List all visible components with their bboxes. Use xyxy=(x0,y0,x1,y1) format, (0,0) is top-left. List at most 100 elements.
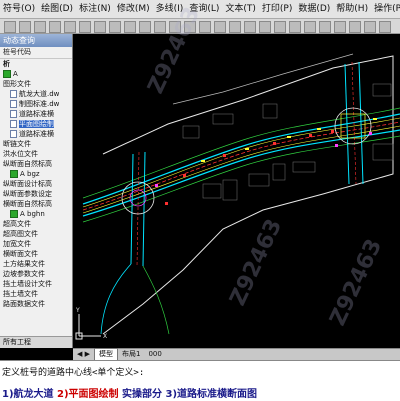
toolbar-button[interactable] xyxy=(124,21,136,33)
cross-street-right-2 xyxy=(358,61,364,185)
toolbar-button[interactable] xyxy=(214,21,226,33)
toolbar-button[interactable] xyxy=(4,21,16,33)
tree-item-label: 航龙大道.dw xyxy=(19,90,60,98)
tree-item[interactable]: 洪水位文件 xyxy=(0,149,72,159)
menu-item[interactable]: 文本(T) xyxy=(222,0,259,18)
tree-item[interactable]: 纵断面设计标高 xyxy=(0,179,72,189)
tree-item[interactable]: 道路标准横 xyxy=(0,129,72,139)
toolbar-button[interactable] xyxy=(319,21,331,33)
tree-item-label: 挡土墙文件 xyxy=(3,290,38,298)
tree-item-label: 断链文件 xyxy=(3,140,31,148)
menu-item[interactable]: 绘图(D) xyxy=(38,0,76,18)
menu-item[interactable]: 标注(N) xyxy=(76,0,114,18)
tree-item[interactable]: 制图标准.dw xyxy=(0,99,72,109)
tree-item[interactable]: 路面数据文件 xyxy=(0,299,72,309)
tree-item-label: 超高文件 xyxy=(3,220,31,228)
command-line[interactable]: 定义桩号的道路中心线<单个定义>: 1)航龙大道 2)平面图绘制 实操部分 3)… xyxy=(0,360,400,401)
toolbar-button[interactable] xyxy=(244,21,256,33)
menu-item[interactable]: 打印(P) xyxy=(259,0,295,18)
tree-item[interactable]: 挡土墙设计文件 xyxy=(0,279,72,289)
tree-item-label: 土方结果文件 xyxy=(3,260,45,268)
tree-item[interactable]: 超高文件 xyxy=(0,219,72,229)
toolbar-button[interactable] xyxy=(154,21,166,33)
course-part-1: 1)航龙大道 xyxy=(2,389,54,400)
toolbar-button[interactable] xyxy=(304,21,316,33)
tree-item-label: 道路标准横 xyxy=(19,130,54,138)
tree-item-label: 制图标准.dw xyxy=(19,100,60,108)
tree-item[interactable]: 超高图文件 xyxy=(0,229,72,239)
tree-item-label: 横断面自然标高 xyxy=(3,200,52,208)
road-edge-lower xyxy=(82,129,400,217)
menu-item[interactable]: 查询(L) xyxy=(186,0,222,18)
toolbar-button[interactable] xyxy=(94,21,106,33)
svg-text:X: X xyxy=(103,333,107,340)
toolbar-button[interactable] xyxy=(379,21,391,33)
tree-item[interactable]: 横断面文件 xyxy=(0,249,72,259)
menu-item[interactable]: 多线(I) xyxy=(153,0,187,18)
toolbar-button[interactable] xyxy=(49,21,61,33)
tree-item[interactable]: A xyxy=(0,69,72,79)
menu-item[interactable]: 帮助(H) xyxy=(333,0,371,18)
tree-item[interactable]: 加宽文件 xyxy=(0,239,72,249)
file-icon xyxy=(10,100,17,108)
tree-item[interactable]: A bgz xyxy=(0,169,72,179)
toolbar-button[interactable] xyxy=(79,21,91,33)
tree-item[interactable]: 土方结果文件 xyxy=(0,259,72,269)
tree-item-label: 纵断面自然标高 xyxy=(3,160,52,168)
course-title-line: 1)航龙大道 2)平面图绘制 实操部分 3)道路标准横断面图 xyxy=(2,385,257,400)
file-icon xyxy=(10,130,17,138)
file-icon xyxy=(10,110,17,118)
panel-header-tag: 析 xyxy=(3,60,10,68)
check-icon xyxy=(10,170,18,178)
tree-item[interactable]: A bghn xyxy=(0,209,72,219)
panel-bottom-tab[interactable]: 所有工程 xyxy=(0,336,72,348)
toolbar-button[interactable] xyxy=(349,21,361,33)
toolbar-button[interactable] xyxy=(274,21,286,33)
tree-item[interactable]: 横断面自然标高 xyxy=(0,199,72,209)
tab-scale[interactable]: 000 xyxy=(144,349,165,360)
tree-item[interactable]: 纵断面自然标高 xyxy=(0,159,72,169)
toolbar-button[interactable] xyxy=(139,21,151,33)
tree-item[interactable]: 航龙大道.dw xyxy=(0,89,72,99)
menu-item[interactable]: 操作(P) xyxy=(371,0,400,18)
toolbar-button[interactable] xyxy=(109,21,121,33)
tree-item-label: 加宽文件 xyxy=(3,240,31,248)
dynamic-query-panel: 动态查询 桩号代码 析 A 图形文件 航龙大道.dw 制图标准.dw 道路标准横 平面图绘… xyxy=(0,34,73,348)
tree-item[interactable]: 边坡参数文件 xyxy=(0,269,72,279)
menu-item[interactable]: 符号(O) xyxy=(0,0,38,18)
course-part-4: 3)道路标准横断面图 xyxy=(165,389,258,400)
labels-yellow xyxy=(201,118,377,162)
tree-item[interactable]: 道路标准横 xyxy=(0,109,72,119)
tree-item-label: 边坡参数文件 xyxy=(3,270,45,278)
tree-item[interactable]: 挡土墙文件 xyxy=(0,289,72,299)
toolbar-button[interactable] xyxy=(19,21,31,33)
tab-layout1[interactable]: 布局1 xyxy=(118,349,144,360)
toolbar-button[interactable] xyxy=(259,21,271,33)
tree-item[interactable]: 平面图绘制 xyxy=(0,119,72,129)
menu-item[interactable]: 数据(D) xyxy=(295,0,333,18)
toolbar-button[interactable] xyxy=(334,21,346,33)
drawing-canvas[interactable]: Y X xyxy=(73,34,400,348)
ramp-curve xyxy=(100,263,132,335)
toolbar-button[interactable] xyxy=(289,21,301,33)
toolbar-button[interactable] xyxy=(229,21,241,33)
toolbar-button[interactable] xyxy=(364,21,376,33)
toolbar-button[interactable] xyxy=(169,21,181,33)
toolbar-button[interactable] xyxy=(184,21,196,33)
tree-item-label: 道路标准横 xyxy=(19,110,54,118)
tree-item[interactable]: 纵断面参数设定 xyxy=(0,189,72,199)
file-icon xyxy=(10,120,17,128)
file-icon xyxy=(10,90,17,98)
toolbar-button[interactable] xyxy=(199,21,211,33)
toolbar-button[interactable] xyxy=(34,21,46,33)
menu-item[interactable]: 修改(M) xyxy=(114,0,153,18)
tree-item[interactable]: 断链文件 xyxy=(0,139,72,149)
tree-item-label: 路面数据文件 xyxy=(3,300,45,308)
panel-subtitle: 桩号代码 xyxy=(0,47,72,59)
tab-nav-arrows[interactable]: ◀ ▶ xyxy=(73,349,94,360)
toolbar-button[interactable] xyxy=(64,21,76,33)
course-part-3: 实操部分 xyxy=(122,389,163,400)
toolbar xyxy=(0,19,400,34)
tree-item[interactable]: 图形文件 xyxy=(0,79,72,89)
tree-item-label: 挡土墙设计文件 xyxy=(3,280,52,288)
